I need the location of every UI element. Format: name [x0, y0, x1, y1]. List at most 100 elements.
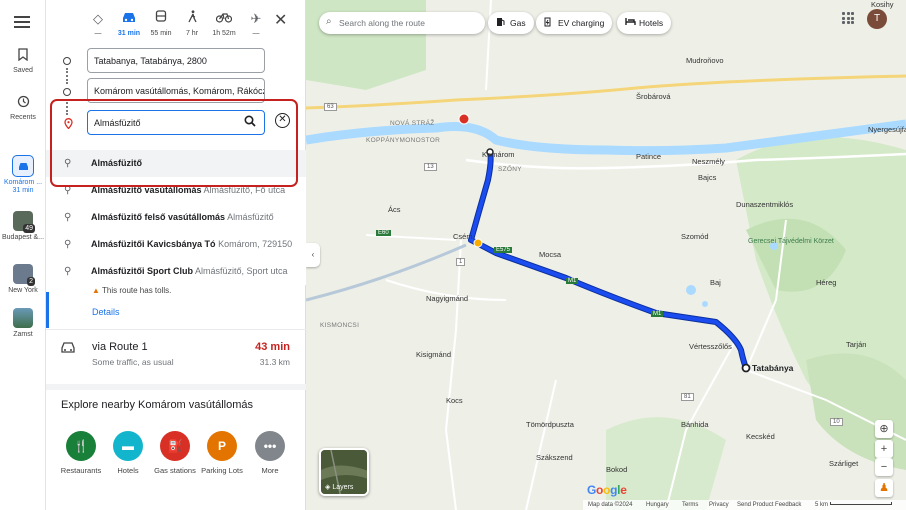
location-pin-icon: ⚲ — [64, 266, 72, 277]
map-label: Kosihy — [871, 0, 894, 9]
map-data-text: Map data ©2024 — [588, 502, 633, 508]
nearby-more[interactable]: ••• More — [246, 431, 294, 475]
search-along-route-input[interactable]: ⌕ Search along the route — [319, 12, 485, 34]
route-distance: 31.3 km — [259, 357, 290, 367]
ev-charging-chip[interactable]: EV charging — [536, 12, 613, 34]
gas-pump-icon: ⛽ — [160, 431, 190, 461]
rail-item-newyork[interactable]: 2 New York — [0, 264, 46, 295]
nearby-restaurants[interactable]: 🍴 Restaurants — [57, 431, 105, 475]
suggestion-item[interactable]: ⚲ Almásfüzitői Kavicsbánya Tó Komárom, 7… — [46, 231, 306, 258]
map-label: Dunaszentmiklós — [736, 200, 794, 209]
avatar[interactable]: T — [867, 9, 887, 29]
details-link[interactable]: Details — [92, 307, 120, 317]
suggestion-bold: Almásfüzitő — [91, 158, 143, 168]
my-location-button[interactable]: ⊕ — [875, 420, 893, 438]
budapest-thumbnail: 49 — [13, 211, 35, 233]
mode-flights-time: — — [252, 30, 260, 37]
zamst-thumbnail — [13, 308, 33, 328]
poi-marker — [458, 113, 470, 125]
zoom-out-button[interactable]: − — [875, 458, 893, 476]
suggestion-item[interactable]: ⚲ Almásfüzitői Sport Club Almásfüzitő, S… — [46, 258, 306, 285]
road-shield: 81 — [681, 393, 694, 401]
recents-label: Recents — [10, 114, 36, 121]
newyork-badge: 2 — [27, 277, 35, 286]
suggestion-item[interactable]: ⚲ Almásfüzitő — [46, 150, 306, 177]
map-label: Mocsa — [539, 250, 562, 259]
pegman-button[interactable]: ♟ — [875, 479, 893, 497]
ev-charging-chip-label: EV charging — [558, 18, 605, 28]
waypoint-input[interactable]: Komárom vasútállomás, Komárom, Rákóczi — [87, 78, 265, 103]
explore-title: Explore nearby Komárom vasútállomás — [61, 399, 253, 411]
layers-button[interactable]: ◈ Layers — [319, 448, 369, 496]
parking-icon: P — [207, 431, 237, 461]
rail-item-budapest[interactable]: 49 Budapest &... — [0, 211, 46, 242]
divider — [46, 329, 306, 330]
rail-item-zamst[interactable]: Zamst — [0, 308, 46, 339]
restaurant-icon: 🍴 — [66, 431, 96, 461]
nearby-label: Parking Lots — [201, 466, 243, 475]
rail-item-komarom[interactable]: Komárom ... 31 min — [0, 155, 46, 195]
destination-input-text: Almásfüzitő — [94, 118, 141, 128]
layers-stack-icon: ◈ — [325, 484, 331, 491]
map-label: Bánhida — [681, 420, 709, 429]
map-label: SZŐNY — [498, 166, 522, 173]
map-label: Neszmély — [692, 157, 725, 166]
suggestion-item[interactable]: ⚲ Almásfüzitő felső vasútállomás Almásfü… — [46, 204, 306, 231]
zoom-in-button[interactable]: + — [875, 440, 893, 458]
road-shield: E60 — [376, 230, 391, 236]
mode-flights[interactable]: ✈ — — [241, 8, 271, 37]
mode-walking[interactable]: 7 hr — [177, 8, 207, 37]
zamst-label: Zamst — [13, 331, 33, 338]
map-label: Tatabánya — [752, 363, 794, 373]
route-line — [469, 150, 748, 370]
budapest-badge: 49 — [23, 224, 35, 233]
terms-link[interactable]: Terms — [682, 502, 698, 508]
mode-cycling[interactable]: 1h 52m — [209, 8, 239, 37]
mode-driving[interactable]: 31 min — [114, 8, 144, 37]
layers-label: ◈ Layers — [325, 483, 353, 491]
privacy-link[interactable]: Privacy — [709, 502, 729, 508]
bicycle-icon — [209, 8, 239, 30]
map-label: Tömördpuszta — [526, 420, 574, 429]
origin-circle-icon — [63, 57, 71, 65]
suggestion-secondary: Almásfüzitő — [227, 212, 274, 222]
hotels-chip[interactable]: Hotels — [617, 12, 672, 34]
clear-destination-icon[interactable]: ✕ — [275, 113, 290, 128]
road-shield: 10 — [830, 418, 843, 426]
maps-app: Saved Recents Komárom ... 31 min 49 Buda… — [0, 0, 906, 510]
map-canvas[interactable]: Komárom Tatabánya Csém Mocsa Ács Nagyigm… — [306, 0, 906, 510]
feedback-link[interactable]: Send Product Feedback — [737, 502, 801, 508]
destination-input[interactable]: Almásfüzitő — [87, 110, 265, 135]
toll-note: ▲ This route has tolls. — [92, 286, 171, 295]
mode-best[interactable]: ◇ — — [83, 8, 113, 37]
newyork-thumbnail: 2 — [13, 264, 35, 286]
route-option[interactable]: via Route 1 Some traffic, as usual 43 mi… — [46, 331, 306, 381]
toll-marker — [473, 238, 483, 248]
saved-button[interactable]: Saved — [0, 48, 46, 75]
nearby-hotels[interactable]: ▬ Hotels — [104, 431, 152, 475]
route-duration: 43 min — [255, 341, 290, 353]
map-label: Kocs — [446, 396, 463, 405]
nearby-parking[interactable]: P Parking Lots — [198, 431, 246, 475]
destination-pin-icon — [64, 118, 73, 132]
apps-grid-icon[interactable] — [842, 12, 854, 24]
nearby-gas-stations[interactable]: ⛽ Gas stations — [151, 431, 199, 475]
location-pin-icon: ⚲ — [64, 239, 72, 250]
car-icon — [114, 8, 144, 30]
suggestion-bold: Almásfüzitő vasútállomás — [91, 185, 202, 195]
menu-icon[interactable] — [12, 13, 32, 31]
map-label: NOVÁ STRÁŽ — [390, 120, 435, 127]
origin-input[interactable]: Tatabanya, Tatabánya, 2800 — [87, 48, 265, 73]
map-label: Csém — [453, 232, 473, 241]
search-icon[interactable] — [244, 115, 256, 130]
country-link[interactable]: Hungary — [646, 502, 669, 508]
recents-button[interactable]: Recents — [0, 95, 46, 122]
newyork-label: New York — [8, 287, 38, 294]
suggestion-item[interactable]: ⚲ Almásfüzitő vasútállomás Almásfüzitő, … — [46, 177, 306, 204]
map-label: Nyergesújfalu — [868, 125, 906, 134]
collapse-panel-button[interactable]: ‹ — [306, 243, 320, 267]
mode-transit[interactable]: 55 min — [146, 8, 176, 37]
close-directions-icon[interactable]: ✕ — [274, 10, 287, 30]
mode-cycling-time: 1h 52m — [212, 30, 236, 37]
gas-chip[interactable]: Gas — [488, 12, 534, 34]
